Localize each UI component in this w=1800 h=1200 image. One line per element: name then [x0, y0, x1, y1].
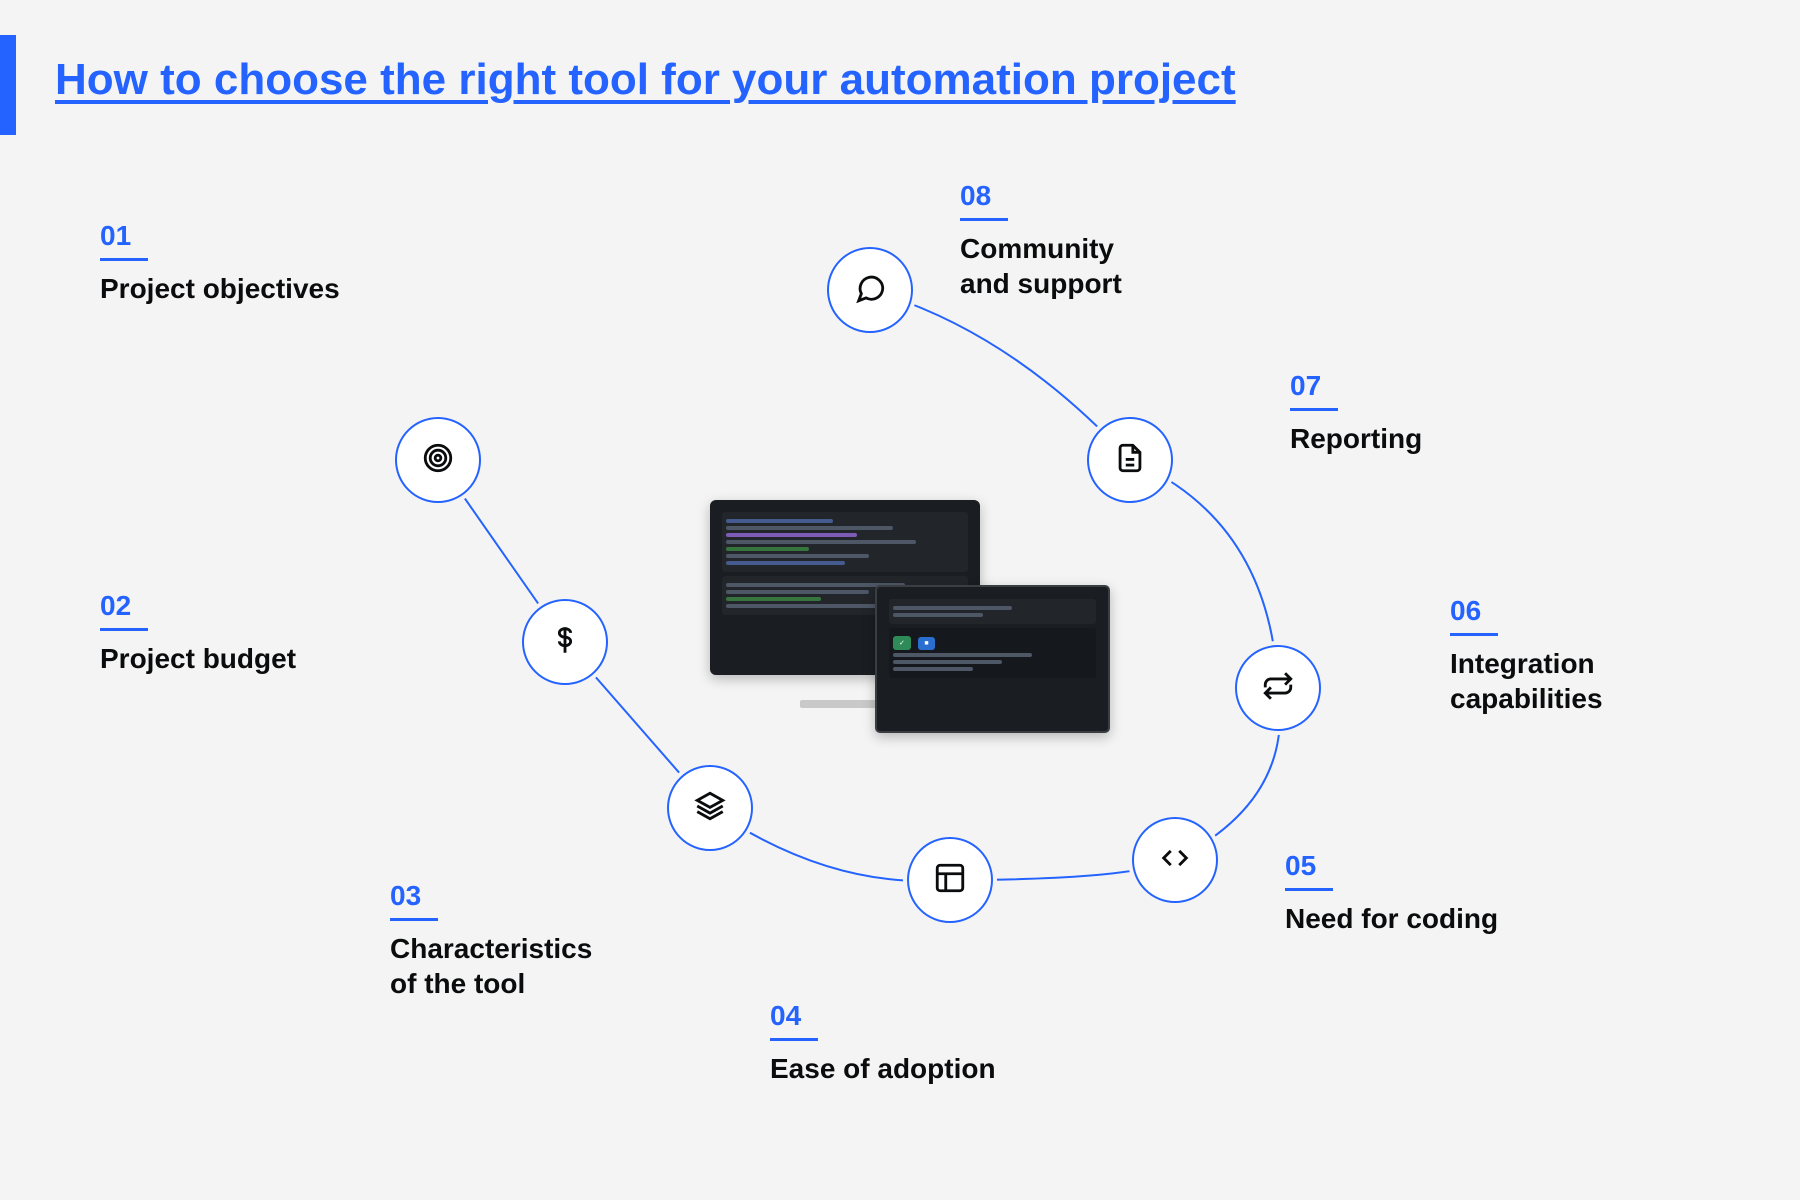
label-underline	[390, 918, 438, 921]
node-ease-of-adoption	[907, 837, 993, 923]
label-underline	[1285, 888, 1333, 891]
label-text: Ease of adoption	[770, 1051, 996, 1086]
label-number: 05	[1285, 850, 1498, 882]
label-text: Project objectives	[100, 271, 340, 306]
layout-icon	[933, 861, 967, 900]
chat-icon	[853, 271, 887, 310]
label-number: 04	[770, 1000, 996, 1032]
label-text: Integrationcapabilities	[1450, 646, 1603, 716]
node-project-budget	[522, 599, 608, 685]
label-number: 03	[390, 880, 592, 912]
code-icon	[1158, 841, 1192, 880]
label-text: Communityand support	[960, 231, 1122, 301]
label-06: 06 Integrationcapabilities	[1450, 595, 1603, 716]
node-need-for-coding	[1132, 817, 1218, 903]
label-number: 06	[1450, 595, 1603, 627]
label-underline	[960, 218, 1008, 221]
label-05: 05 Need for coding	[1285, 850, 1498, 936]
dollar-icon	[548, 623, 582, 662]
node-community	[827, 247, 913, 333]
node-project-objectives	[395, 417, 481, 503]
label-number: 01	[100, 220, 340, 252]
label-03: 03 Characteristicsof the tool	[390, 880, 592, 1001]
laptop-mock: ✓ ■	[875, 585, 1110, 733]
label-number: 07	[1290, 370, 1422, 402]
center-illustration: ✓ ■	[700, 500, 1120, 760]
label-07: 07 Reporting	[1290, 370, 1422, 456]
label-02: 02 Project budget	[100, 590, 296, 676]
layers-icon	[693, 789, 727, 828]
label-04: 04 Ease of adoption	[770, 1000, 996, 1086]
node-characteristics	[667, 765, 753, 851]
label-underline	[100, 628, 148, 631]
label-text: Need for coding	[1285, 901, 1498, 936]
node-integration	[1235, 645, 1321, 731]
label-number: 08	[960, 180, 1122, 212]
diagram-stage: 01 Project objectives 02 Project budget …	[0, 160, 1800, 1200]
label-underline	[100, 258, 148, 261]
label-underline	[1290, 408, 1338, 411]
label-08: 08 Communityand support	[960, 180, 1122, 301]
label-01: 01 Project objectives	[100, 220, 340, 306]
label-text: Reporting	[1290, 421, 1422, 456]
file-icon	[1113, 441, 1147, 480]
label-number: 02	[100, 590, 296, 622]
label-text: Characteristicsof the tool	[390, 931, 592, 1001]
accent-bar	[0, 35, 16, 135]
repeat-icon	[1261, 669, 1295, 708]
target-icon	[421, 441, 455, 480]
label-underline	[1450, 633, 1498, 636]
node-reporting	[1087, 417, 1173, 503]
label-underline	[770, 1038, 818, 1041]
page-title: How to choose the right tool for your au…	[55, 55, 1236, 105]
label-text: Project budget	[100, 641, 296, 676]
